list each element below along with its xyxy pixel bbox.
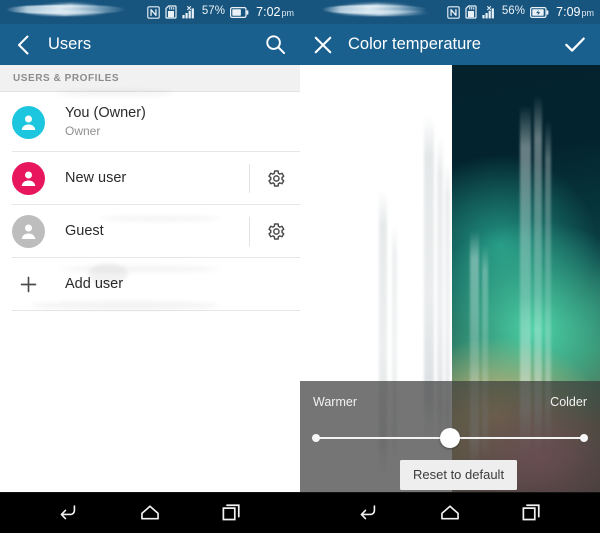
back-icon[interactable] (45, 496, 89, 530)
section-header-label: USERS & PROFILES (13, 72, 120, 84)
recents-icon[interactable] (211, 496, 255, 530)
nfc-n-icon (147, 5, 160, 19)
left-status-bar: 57% 7:02 pm (0, 0, 300, 24)
left-clock-meridiem: pm (281, 7, 294, 18)
checkmark-icon[interactable] (564, 34, 586, 56)
left-app-bar: Users (0, 24, 300, 65)
divider (249, 217, 250, 246)
signal-bars-no-service-icon (182, 5, 194, 18)
color-temperature-slider[interactable] (312, 428, 588, 448)
left-phone-panel: 57% 7:02 pm Users USERS & PROFILES You (… (0, 0, 300, 533)
slider-label-warmer: Warmer (313, 395, 357, 409)
divider (249, 164, 250, 193)
color-temperature-control: Warmer Colder Reset to default (300, 381, 600, 492)
right-clock-meridiem: pm (581, 7, 594, 18)
page-title: Color temperature (348, 35, 481, 53)
gear-icon[interactable] (260, 217, 290, 247)
avatar (12, 215, 45, 248)
search-icon[interactable] (264, 34, 286, 56)
page-title: Users (48, 35, 92, 53)
slider-end-warmer (312, 434, 320, 442)
right-navigation-bar (300, 492, 600, 533)
list-item-guest[interactable]: Guest (0, 205, 300, 258)
signal-bars-no-service-icon (482, 5, 494, 18)
plus-icon (12, 268, 45, 301)
home-icon[interactable] (128, 496, 172, 530)
back-chevron-icon[interactable] (12, 34, 34, 56)
users-list: USERS & PROFILES You (Owner) Owner New u… (0, 65, 300, 492)
list-item-title: You (Owner) (65, 105, 146, 122)
sd-card-icon (165, 5, 177, 19)
list-item-subtitle: Owner (65, 124, 101, 139)
battery-icon (230, 6, 249, 18)
home-icon[interactable] (428, 496, 472, 530)
right-status-bar: 56% 7:09 pm (300, 0, 600, 24)
slider-end-colder (580, 434, 588, 442)
close-x-icon[interactable] (312, 34, 334, 56)
avatar (12, 162, 45, 195)
reset-to-default-button[interactable]: Reset to default (400, 460, 518, 490)
list-item-new-user[interactable]: New user (0, 152, 300, 205)
right-app-bar: Color temperature (300, 24, 600, 65)
avatar (12, 105, 45, 139)
add-user-label: Add user (65, 276, 124, 293)
left-battery-percent: 57% (201, 5, 226, 18)
sd-card-icon (465, 5, 477, 19)
right-clock-time: 7:09 (556, 4, 581, 19)
list-item-owner[interactable]: You (Owner) Owner (0, 92, 300, 152)
add-user-button[interactable]: Add user (0, 258, 300, 311)
gear-icon[interactable] (260, 164, 290, 194)
right-battery-percent: 56% (501, 5, 526, 18)
left-clock-time: 7:02 (256, 4, 281, 19)
section-header-users-profiles: USERS & PROFILES (0, 65, 300, 92)
slider-label-colder: Colder (550, 395, 587, 409)
nfc-n-icon (447, 5, 460, 19)
back-icon[interactable] (345, 496, 389, 530)
recents-icon[interactable] (511, 496, 555, 530)
screenshot-root: 57% 7:02 pm Users USERS & PROFILES You (… (0, 0, 600, 533)
left-navigation-bar (0, 492, 300, 533)
slider-thumb[interactable] (440, 428, 460, 448)
right-phone-panel: 56% 7:09 pm Color temperature Warmer Col… (300, 0, 600, 533)
battery-charging-icon (530, 6, 549, 18)
